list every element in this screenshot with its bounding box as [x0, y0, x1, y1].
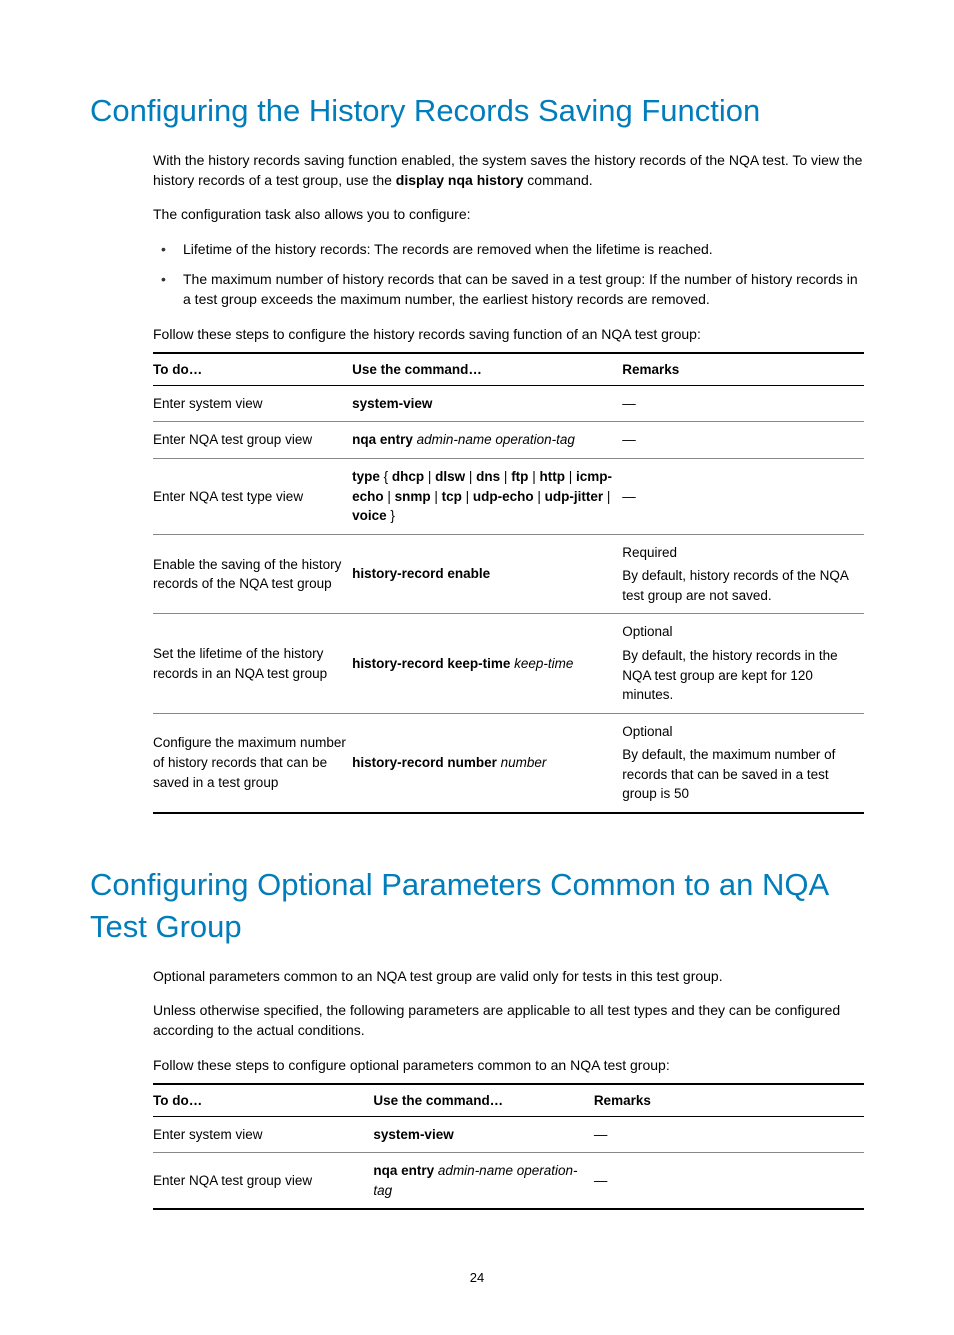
keyword: udp-jitter	[545, 489, 604, 504]
cmd-cell: history-record number number	[352, 713, 622, 813]
section-heading-1: Configuring the History Records Saving F…	[90, 90, 864, 132]
command: history-record keep-time	[352, 656, 510, 671]
sep: |	[431, 489, 442, 504]
sep: |	[528, 469, 539, 484]
col-header-remarks: Remarks	[594, 1084, 864, 1117]
remarks-cell: Optional By default, the history records…	[622, 614, 864, 713]
command: nqa entry	[373, 1163, 434, 1178]
col-header-remarks: Remarks	[622, 353, 864, 386]
sep: |	[500, 469, 511, 484]
table-row: Enter system view system-view —	[153, 385, 864, 422]
table-header-row: To do… Use the command… Remarks	[153, 1084, 864, 1117]
remarks-detail: By default, the maximum number of record…	[622, 745, 858, 804]
text: {	[380, 469, 392, 484]
keyword: http	[539, 469, 564, 484]
remarks-status: Required	[622, 543, 858, 563]
sep: |	[534, 489, 545, 504]
remarks-status: Optional	[622, 722, 858, 742]
sep: |	[603, 489, 610, 504]
todo-cell: Enter NQA test type view	[153, 459, 352, 535]
remarks-cell: —	[622, 459, 864, 535]
todo-cell: Enter NQA test group view	[153, 422, 352, 459]
col-header-cmd: Use the command…	[373, 1084, 593, 1117]
remarks-cell: —	[594, 1153, 864, 1210]
col-header-cmd: Use the command…	[352, 353, 622, 386]
sep: |	[424, 469, 435, 484]
keyword: voice	[352, 508, 387, 523]
table-row: Enable the saving of the history records…	[153, 534, 864, 614]
col-header-todo: To do…	[153, 1084, 373, 1117]
remarks-cell: —	[622, 385, 864, 422]
command: nqa entry	[352, 432, 413, 447]
table-row: Enter NQA test type view type { dhcp | d…	[153, 459, 864, 535]
command-inline: display nqa history	[396, 172, 524, 188]
command: system-view	[352, 396, 432, 411]
cmd-cell: history-record keep-time keep-time	[352, 614, 622, 713]
intro-paragraph-1: With the history records saving function…	[153, 150, 864, 191]
steps-intro-2: Follow these steps to configure optional…	[153, 1055, 864, 1075]
remarks-detail: By default, history records of the NQA t…	[622, 566, 858, 605]
sep: |	[384, 489, 395, 504]
command-arg: admin-name operation-tag	[413, 432, 575, 447]
text: }	[387, 508, 395, 523]
text: command.	[523, 172, 592, 188]
cmd-cell: system-view	[352, 385, 622, 422]
remarks-cell: —	[622, 422, 864, 459]
intro-paragraph-2: The configuration task also allows you t…	[153, 204, 864, 224]
sep: |	[465, 469, 476, 484]
page-number: 24	[90, 1270, 864, 1285]
cmd-cell: type { dhcp | dlsw | dns | ftp | http | …	[352, 459, 622, 535]
remarks-status: Optional	[622, 622, 858, 642]
todo-cell: Enter NQA test group view	[153, 1153, 373, 1210]
steps-table-2: To do… Use the command… Remarks Enter sy…	[153, 1083, 864, 1211]
remarks-cell: Required By default, history records of …	[622, 534, 864, 614]
cmd-cell: nqa entry admin-name operation-tag	[373, 1153, 593, 1210]
cmd-cell: system-view	[373, 1116, 593, 1153]
command: type	[352, 469, 380, 484]
intro-paragraph-3: Optional parameters common to an NQA tes…	[153, 966, 864, 986]
intro-paragraph-4: Unless otherwise specified, the followin…	[153, 1000, 864, 1041]
sep: |	[565, 469, 576, 484]
todo-cell: Enter system view	[153, 1116, 373, 1153]
table-row: Enter NQA test group view nqa entry admi…	[153, 1153, 864, 1210]
todo-cell: Set the lifetime of the history records …	[153, 614, 352, 713]
keyword: dns	[476, 469, 500, 484]
command: history-record number	[352, 755, 497, 770]
sep: |	[462, 489, 473, 504]
command-arg: number	[497, 755, 547, 770]
command-arg: keep-time	[510, 656, 573, 671]
table-header-row: To do… Use the command… Remarks	[153, 353, 864, 386]
keyword: ftp	[511, 469, 528, 484]
table-row: Set the lifetime of the history records …	[153, 614, 864, 713]
todo-cell: Enter system view	[153, 385, 352, 422]
todo-cell: Configure the maximum number of history …	[153, 713, 352, 813]
keyword: dhcp	[392, 469, 424, 484]
col-header-todo: To do…	[153, 353, 352, 386]
section-heading-2: Configuring Optional Parameters Common t…	[90, 864, 864, 948]
keyword: dlsw	[435, 469, 465, 484]
list-item: The maximum number of history records th…	[153, 269, 864, 310]
remarks-cell: Optional By default, the maximum number …	[622, 713, 864, 813]
bullet-list: Lifetime of the history records: The rec…	[153, 239, 864, 310]
steps-intro: Follow these steps to configure the hist…	[153, 324, 864, 344]
cmd-cell: history-record enable	[352, 534, 622, 614]
command: system-view	[373, 1127, 453, 1142]
cmd-cell: nqa entry admin-name operation-tag	[352, 422, 622, 459]
table-row: Enter system view system-view —	[153, 1116, 864, 1153]
keyword: tcp	[442, 489, 462, 504]
table-row: Configure the maximum number of history …	[153, 713, 864, 813]
keyword: udp-echo	[473, 489, 534, 504]
todo-cell: Enable the saving of the history records…	[153, 534, 352, 614]
table-row: Enter NQA test group view nqa entry admi…	[153, 422, 864, 459]
steps-table-1: To do… Use the command… Remarks Enter sy…	[153, 352, 864, 814]
remarks-detail: By default, the history records in the N…	[622, 646, 858, 705]
remarks-cell: —	[594, 1116, 864, 1153]
list-item: Lifetime of the history records: The rec…	[153, 239, 864, 259]
command: history-record enable	[352, 566, 490, 581]
keyword: snmp	[395, 489, 431, 504]
